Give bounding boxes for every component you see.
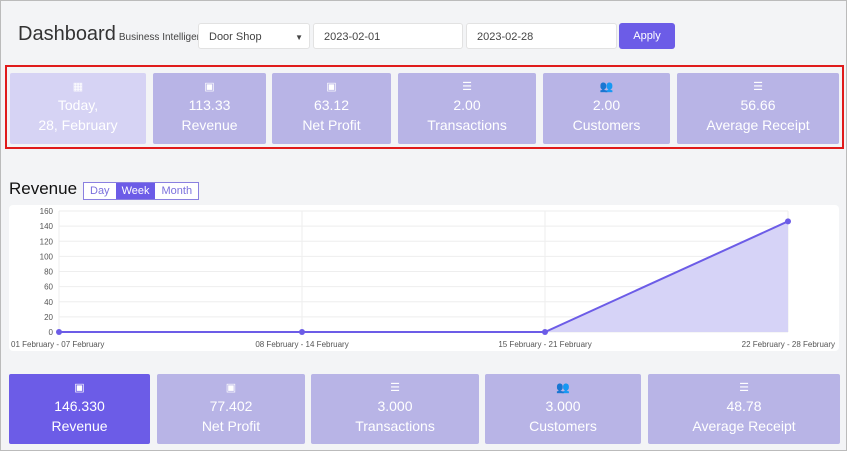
card-value: 2.00 [453, 97, 481, 113]
money-icon: ▣ [74, 382, 85, 394]
data-point [785, 218, 791, 225]
tab-week[interactable]: Week [115, 183, 156, 199]
chevron-down-icon: ▼ [295, 33, 303, 42]
today-card--february: ▦ Today, 28, February [10, 73, 146, 144]
period-card-customers: 👥 3.000 Customers [485, 374, 641, 444]
card-value: 56.66 [740, 97, 776, 113]
card-label: Customers [572, 117, 641, 133]
card-label: Net Profit [201, 418, 261, 434]
card-label: Average Receipt [706, 117, 810, 133]
today-card-revenue: ▣ 113.33 Revenue [153, 73, 266, 144]
card-label: Average Receipt [692, 418, 796, 434]
card-label: Revenue [181, 117, 238, 133]
apply-button[interactable]: Apply [619, 23, 675, 49]
today-card-average-receipt: ☰ 56.66 Average Receipt [677, 73, 839, 144]
card-value: 3.000 [377, 398, 413, 414]
card-label: Customers [529, 418, 597, 434]
data-point [542, 329, 548, 335]
data-point [299, 329, 305, 335]
card-value: 48.78 [726, 398, 762, 414]
y-tick-label: 80 [44, 268, 53, 277]
period-card-transactions: ☰ 3.000 Transactions [311, 374, 479, 444]
card-value: 77.402 [209, 398, 253, 414]
calendar-icon: ▦ [72, 81, 84, 93]
users-icon: 👥 [556, 382, 570, 394]
period-card-net-profit: ▣ 77.402 Net Profit [157, 374, 305, 444]
card-value: 2.00 [592, 97, 621, 113]
tab-day[interactable]: Day [84, 183, 116, 199]
y-tick-label: 120 [40, 237, 54, 246]
money-icon: ▣ [225, 382, 237, 394]
revenue-title: Revenue [9, 179, 78, 198]
y-tick-label: 160 [40, 207, 54, 216]
shop-select[interactable]: Door Shop ▼ [198, 23, 310, 49]
y-tick-label: 20 [44, 313, 53, 322]
area-fill [59, 221, 788, 332]
list-icon: ☰ [739, 382, 749, 394]
card-value: 3.000 [545, 398, 581, 414]
card-label: 28, February [38, 117, 118, 133]
list-icon: ☰ [462, 81, 472, 93]
card-label: Revenue [51, 418, 108, 434]
date-from-input[interactable]: 2023-02-01 [313, 23, 463, 49]
money-icon: ▣ [204, 81, 215, 93]
today-card-transactions: ☰ 2.00 Transactions [398, 73, 536, 144]
card-label: Transactions [355, 418, 435, 434]
card-value: Today, [57, 97, 99, 113]
period-card-revenue: ▣ 146.330 Revenue [9, 374, 150, 444]
tab-month[interactable]: Month [155, 183, 199, 199]
x-tick-label: 15 February - 21 February [498, 340, 591, 349]
card-value: 146.330 [54, 398, 105, 414]
period-card-average-receipt: ☰ 48.78 Average Receipt [648, 374, 840, 444]
y-tick-label: 100 [40, 252, 54, 261]
today-card-net-profit: ▣ 63.12 Net Profit [272, 73, 391, 144]
users-icon: 👥 [599, 81, 614, 93]
date-to-input[interactable]: 2023-02-28 [466, 23, 617, 49]
period-toggle: Day Week Month [83, 182, 200, 200]
x-tick-label: 22 February - 28 February [742, 340, 835, 349]
y-tick-label: 140 [40, 222, 54, 231]
y-tick-label: 60 [44, 283, 53, 292]
x-tick-label: 08 February - 14 February [255, 340, 348, 349]
page-title: Dashboard Business Intelligence [18, 23, 213, 45]
card-value: 113.33 [188, 97, 231, 113]
card-value: 63.12 [313, 97, 350, 113]
data-point [56, 329, 62, 335]
y-tick-label: 40 [44, 298, 53, 307]
today-card-customers: 👥 2.00 Customers [543, 73, 670, 144]
list-icon: ☰ [390, 382, 400, 394]
revenue-chart: 0 20 40 60 80 100 120 140 160 01 February - 07 Fe… [9, 205, 839, 351]
money-icon: ▣ [326, 81, 337, 93]
x-tick-label: 01 February - 07 February [11, 340, 104, 349]
y-tick-label: 0 [49, 328, 54, 337]
card-label: Transactions [427, 117, 507, 133]
list-icon: ☰ [753, 81, 763, 93]
card-label: Net Profit [302, 117, 361, 133]
